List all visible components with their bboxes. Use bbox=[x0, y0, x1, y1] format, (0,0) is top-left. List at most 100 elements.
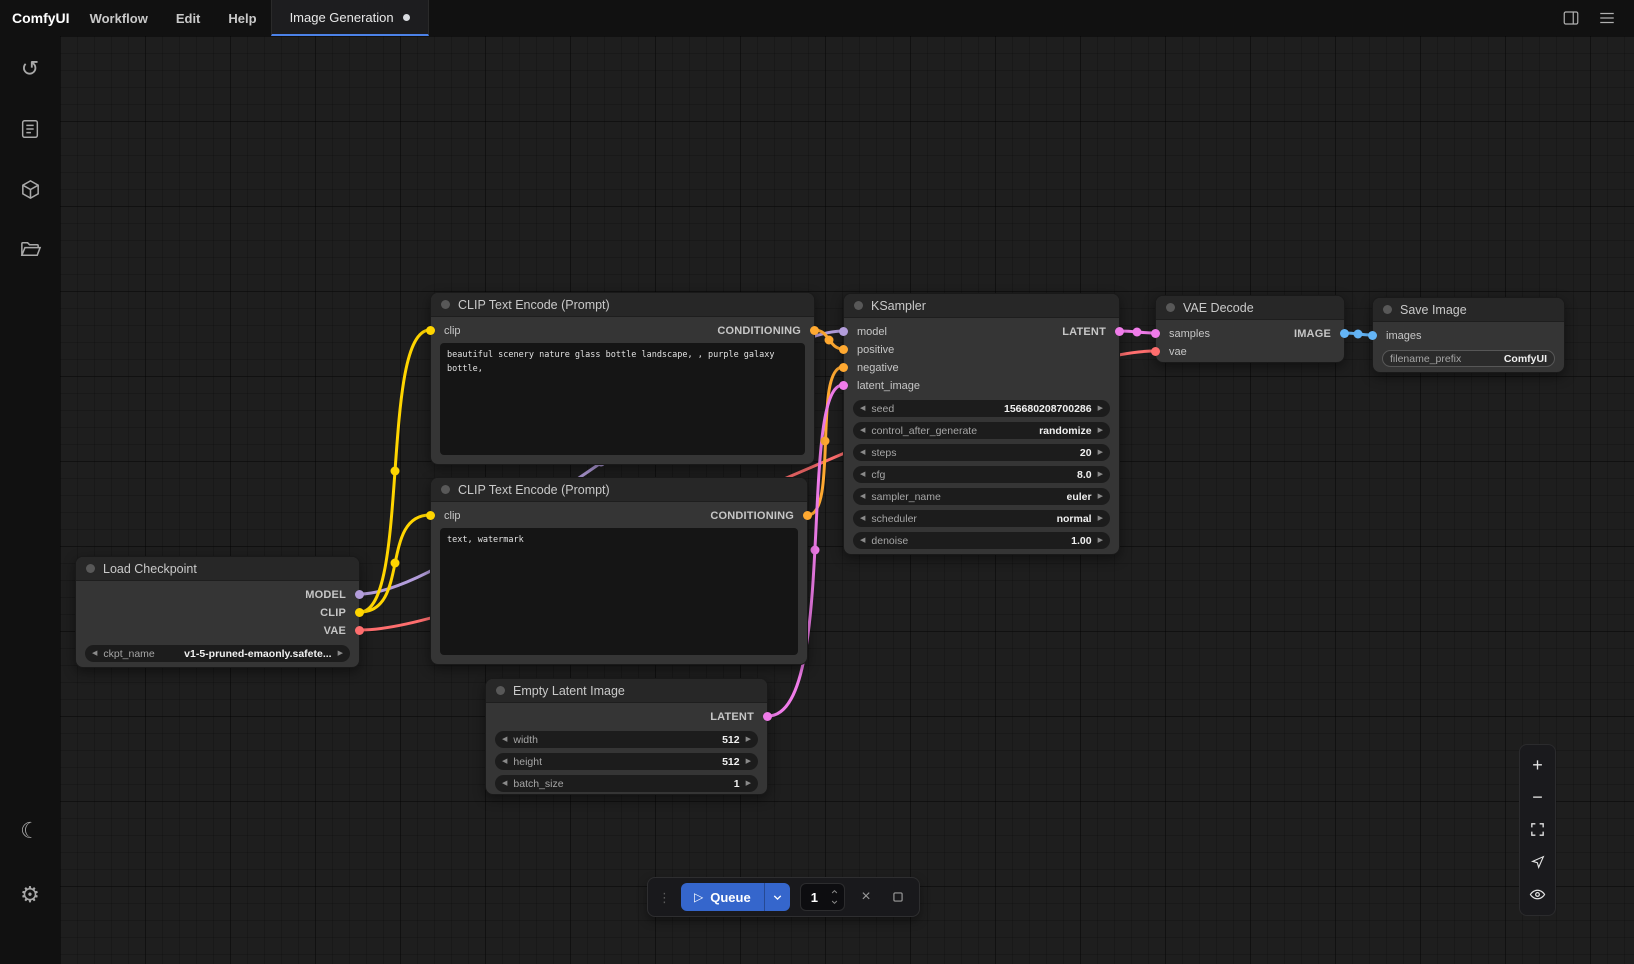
node-save-image[interactable]: Save Image images filename_prefix ComfyU… bbox=[1372, 297, 1565, 373]
collapse-dot[interactable] bbox=[496, 686, 505, 695]
input-port-clip[interactable] bbox=[426, 326, 435, 335]
output-port-conditioning[interactable] bbox=[803, 511, 812, 520]
sidebar-item-workflows[interactable] bbox=[15, 234, 45, 264]
increment-arrow-icon[interactable]: ▶ bbox=[1098, 405, 1103, 412]
node-clip-text-encode-negative[interactable]: CLIP Text Encode (Prompt) clip CONDITION… bbox=[430, 477, 808, 665]
widget-steps[interactable]: ◀ steps 20 ▶ bbox=[853, 444, 1110, 461]
hamburger-menu-button[interactable] bbox=[1594, 5, 1620, 31]
prompt-textarea[interactable]: beautiful scenery nature glass bottle la… bbox=[440, 343, 805, 455]
output-port-conditioning[interactable] bbox=[810, 326, 819, 335]
increment-arrow-icon[interactable]: ▶ bbox=[746, 736, 751, 743]
widget-seed[interactable]: ◀ seed 156680208700286 ▶ bbox=[853, 400, 1110, 417]
prompt-textarea[interactable]: text, watermark bbox=[440, 528, 798, 655]
input-port-vae[interactable] bbox=[1151, 347, 1160, 356]
chevron-up-icon[interactable] bbox=[830, 888, 839, 896]
increment-arrow-icon[interactable]: ▶ bbox=[746, 780, 751, 787]
fit-view-button[interactable] bbox=[1525, 817, 1551, 843]
select-mode-button[interactable] bbox=[1525, 849, 1551, 875]
chevron-down-icon[interactable] bbox=[830, 898, 839, 906]
drag-handle-icon[interactable]: ⋮ bbox=[658, 891, 671, 904]
decrement-arrow-icon[interactable]: ◀ bbox=[502, 758, 507, 765]
collapse-dot[interactable] bbox=[1166, 303, 1175, 312]
widget-width[interactable]: ◀ width 512 ▶ bbox=[495, 731, 758, 748]
widget-scheduler[interactable]: ◀ scheduler normal ▶ bbox=[853, 510, 1110, 527]
increment-arrow-icon[interactable]: ▶ bbox=[1098, 493, 1103, 500]
input-port-positive[interactable] bbox=[839, 345, 848, 354]
widget-ckpt-name[interactable]: ◀ ckpt_name v1-5-pruned-emaonly.safete..… bbox=[85, 645, 350, 662]
toggle-link-visibility-button[interactable] bbox=[1525, 882, 1551, 908]
increment-arrow-icon[interactable]: ▶ bbox=[1098, 427, 1103, 434]
widget-cfg[interactable]: ◀ cfg 8.0 ▶ bbox=[853, 466, 1110, 483]
output-port-model[interactable] bbox=[355, 590, 364, 599]
stop-button[interactable] bbox=[887, 885, 909, 909]
sidebar-item-node-library[interactable] bbox=[15, 174, 45, 204]
input-port-samples[interactable] bbox=[1151, 329, 1160, 338]
decrement-arrow-icon[interactable]: ◀ bbox=[860, 537, 865, 544]
node-empty-latent-image[interactable]: Empty Latent Image LATENT ◀ width 512 ▶ … bbox=[485, 678, 768, 795]
node-header[interactable]: VAE Decode bbox=[1156, 296, 1344, 320]
increment-arrow-icon[interactable]: ▶ bbox=[746, 758, 751, 765]
output-port-vae[interactable] bbox=[355, 626, 364, 635]
widget-denoise[interactable]: ◀ denoise 1.00 ▶ bbox=[853, 532, 1110, 549]
collapse-dot[interactable] bbox=[441, 300, 450, 309]
input-port-latent-image[interactable] bbox=[839, 381, 848, 390]
decrement-arrow-icon[interactable]: ◀ bbox=[860, 515, 865, 522]
input-port-model[interactable] bbox=[839, 327, 848, 336]
collapse-dot[interactable] bbox=[1383, 305, 1392, 314]
increment-arrow-icon[interactable]: ▶ bbox=[1098, 449, 1103, 456]
input-port-clip[interactable] bbox=[426, 511, 435, 520]
increment-arrow-icon[interactable]: ▶ bbox=[1098, 537, 1103, 544]
collapse-dot[interactable] bbox=[854, 301, 863, 310]
widget-control-after-generate[interactable]: ◀ control_after_generate randomize ▶ bbox=[853, 422, 1110, 439]
settings-button[interactable]: ⚙ bbox=[15, 880, 45, 910]
node-header[interactable]: CLIP Text Encode (Prompt) bbox=[431, 478, 807, 502]
output-port-clip[interactable] bbox=[355, 608, 364, 617]
sidebar-item-history[interactable]: ↺ bbox=[15, 54, 45, 84]
node-clip-text-encode-positive[interactable]: CLIP Text Encode (Prompt) clip CONDITION… bbox=[430, 292, 815, 465]
input-port-images[interactable] bbox=[1368, 331, 1377, 340]
output-port-latent[interactable] bbox=[763, 712, 772, 721]
decrement-arrow-icon[interactable]: ◀ bbox=[860, 493, 865, 500]
tab-image-generation[interactable]: Image Generation bbox=[271, 0, 429, 36]
increment-arrow-icon[interactable]: ▶ bbox=[1098, 471, 1103, 478]
decrement-arrow-icon[interactable]: ◀ bbox=[860, 427, 865, 434]
queue-options-button[interactable] bbox=[764, 883, 790, 911]
output-port-latent[interactable] bbox=[1115, 327, 1124, 336]
node-header[interactable]: Save Image bbox=[1373, 298, 1564, 322]
node-vae-decode[interactable]: VAE Decode samples IMAGE vae bbox=[1155, 295, 1345, 363]
widget-sampler-name[interactable]: ◀ sampler_name euler ▶ bbox=[853, 488, 1110, 505]
queue-button[interactable]: ▷ Queue bbox=[681, 883, 764, 911]
output-port-image[interactable] bbox=[1340, 329, 1349, 338]
toggle-panel-button[interactable] bbox=[1558, 5, 1584, 31]
node-load-checkpoint[interactable]: Load Checkpoint MODEL CLIP VAE ◀ ckpt_na… bbox=[75, 556, 360, 668]
decrement-arrow-icon[interactable]: ◀ bbox=[502, 736, 507, 743]
clear-queue-button[interactable]: × bbox=[855, 885, 877, 909]
menu-edit[interactable]: Edit bbox=[176, 11, 201, 26]
widget-filename-prefix[interactable]: filename_prefix ComfyUI bbox=[1382, 350, 1555, 367]
decrement-arrow-icon[interactable]: ◀ bbox=[860, 405, 865, 412]
node-ksampler[interactable]: KSampler model LATENT positive negative … bbox=[843, 293, 1120, 555]
zoom-out-button[interactable]: − bbox=[1525, 785, 1551, 811]
app-logo[interactable]: ComfyUI bbox=[0, 0, 84, 36]
node-header[interactable]: KSampler bbox=[844, 294, 1119, 318]
menu-workflow[interactable]: Workflow bbox=[90, 11, 148, 26]
zoom-in-button[interactable]: + bbox=[1525, 752, 1551, 778]
theme-toggle-button[interactable]: ☾ bbox=[15, 816, 45, 846]
widget-batch-size[interactable]: ◀ batch_size 1 ▶ bbox=[495, 775, 758, 792]
node-header[interactable]: CLIP Text Encode (Prompt) bbox=[431, 293, 814, 317]
decrement-arrow-icon[interactable]: ◀ bbox=[92, 650, 97, 657]
menu-help[interactable]: Help bbox=[228, 11, 256, 26]
node-header[interactable]: Empty Latent Image bbox=[486, 679, 767, 703]
decrement-arrow-icon[interactable]: ◀ bbox=[860, 449, 865, 456]
decrement-arrow-icon[interactable]: ◀ bbox=[502, 780, 507, 787]
decrement-arrow-icon[interactable]: ◀ bbox=[860, 471, 865, 478]
node-header[interactable]: Load Checkpoint bbox=[76, 557, 359, 581]
collapse-dot[interactable] bbox=[441, 485, 450, 494]
collapse-dot[interactable] bbox=[86, 564, 95, 573]
widget-height[interactable]: ◀ height 512 ▶ bbox=[495, 753, 758, 770]
sidebar-item-queue[interactable] bbox=[15, 114, 45, 144]
increment-arrow-icon[interactable]: ▶ bbox=[338, 650, 343, 657]
input-port-negative[interactable] bbox=[839, 363, 848, 372]
batch-count-stepper[interactable]: 1 bbox=[800, 883, 845, 911]
increment-arrow-icon[interactable]: ▶ bbox=[1098, 515, 1103, 522]
